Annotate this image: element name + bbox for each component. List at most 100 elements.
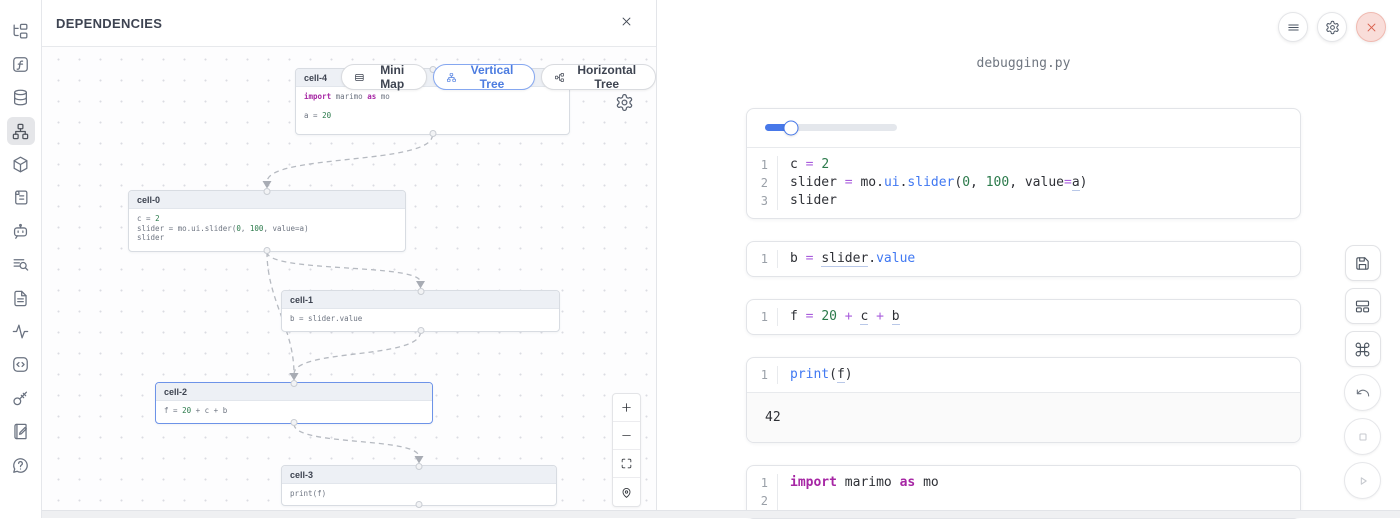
code-token: print(f) xyxy=(290,489,326,498)
dependencies-panel-header: DEPENDENCIES xyxy=(42,0,656,47)
sidebar-item-file-tree[interactable] xyxy=(7,17,35,45)
activity-icon xyxy=(11,322,30,341)
graph-node-code-line xyxy=(304,102,561,112)
notebook-filename[interactable]: debugging.py xyxy=(746,56,1301,71)
sidebar-item-scratchpad[interactable] xyxy=(7,418,35,446)
sidebar-item-data-sources[interactable] xyxy=(7,84,35,112)
graph-node-cell-2[interactable]: cell-2f = 20 + c + b xyxy=(155,382,433,424)
sidebar-item-chat[interactable] xyxy=(7,217,35,245)
graph-toolbar-label: Mini Map xyxy=(371,63,414,91)
close-icon xyxy=(619,14,634,29)
notebook-settings-button[interactable] xyxy=(1317,12,1347,42)
code-token: = xyxy=(806,309,822,324)
graph-toolbar-mini-map[interactable]: Mini Map xyxy=(341,64,427,90)
command-icon xyxy=(1354,341,1371,358)
graph-node-cell-3[interactable]: cell-3 print(f) xyxy=(281,465,557,506)
code-text: print(f) xyxy=(778,366,853,384)
dependency-graph-canvas[interactable]: cell-4import marimo as mo a = 20cell-0c … xyxy=(42,47,656,510)
package-icon xyxy=(11,155,30,174)
undo-button[interactable] xyxy=(1344,374,1381,411)
chat-icon xyxy=(11,222,30,241)
line-number: 2 xyxy=(747,492,778,510)
fit-view-button[interactable] xyxy=(613,450,640,478)
notebook-menu-button[interactable] xyxy=(1278,12,1308,42)
sidebar-item-snippets[interactable] xyxy=(7,284,35,312)
save-icon xyxy=(1354,255,1371,272)
sidebar-item-documentation[interactable] xyxy=(7,184,35,212)
center-selection-button[interactable] xyxy=(613,478,640,506)
vertical-tree-icon xyxy=(446,71,457,84)
sidebar-item-variables[interactable] xyxy=(7,50,35,78)
graph-toolbar-horizontal-tree[interactable]: Horizontal Tree xyxy=(541,64,656,90)
graph-toolbar-vertical-tree[interactable]: Vertical Tree xyxy=(433,64,535,90)
play-icon xyxy=(1355,473,1371,489)
code-token: ( xyxy=(829,367,837,382)
line-number: 1 xyxy=(747,366,778,384)
graph-node-code: f = 20 + c + b xyxy=(156,401,432,421)
line-number: 2 xyxy=(747,174,778,192)
code-token: , xyxy=(970,175,986,190)
code-token xyxy=(837,309,845,324)
graph-node-cell-1[interactable]: cell-1b = slider.value xyxy=(281,290,560,332)
sidebar-item-outputs[interactable] xyxy=(7,351,35,379)
keyboard-shortcuts-button[interactable] xyxy=(1345,331,1381,367)
code-token: , value=a) xyxy=(263,224,308,233)
file-tree-icon xyxy=(11,22,30,41)
sidebar-item-help[interactable] xyxy=(7,451,35,479)
sidebar-item-logs[interactable] xyxy=(7,251,35,279)
graph-node-code-line: slider xyxy=(137,233,397,243)
sidebar-item-tracing[interactable] xyxy=(7,318,35,346)
graph-node-title: cell-3 xyxy=(282,466,556,484)
slider-track[interactable] xyxy=(765,124,897,131)
zoom-out-button[interactable] xyxy=(613,422,640,450)
cell-code-editor[interactable]: 1print(f) xyxy=(747,358,1300,392)
code-token: value xyxy=(876,251,915,266)
shutdown-button[interactable] xyxy=(1356,12,1386,42)
code-token: c xyxy=(790,157,806,172)
run-all-button[interactable] xyxy=(1344,462,1381,499)
graph-toolbar-label: Vertical Tree xyxy=(462,63,521,91)
sidebar-item-secrets[interactable] xyxy=(7,384,35,412)
stop-button[interactable] xyxy=(1344,418,1381,455)
sidebar-item-packages[interactable] xyxy=(7,151,35,179)
notebook-cell-3: 1f = 20 + c + b xyxy=(746,299,1301,335)
sidebar-item-dependency-graph[interactable] xyxy=(7,117,35,145)
save-button[interactable] xyxy=(1345,245,1381,281)
line-number: 3 xyxy=(747,192,778,210)
code-line: 1f = 20 + c + b xyxy=(747,308,1300,326)
line-number: 1 xyxy=(747,156,778,174)
cell-code-editor[interactable]: 1c = 22slider = mo.ui.slider(0, 100, val… xyxy=(747,148,1300,218)
code-text xyxy=(778,492,790,510)
plus-icon xyxy=(620,401,633,414)
code-token: print xyxy=(790,367,829,382)
edit-app-layout-button[interactable] xyxy=(1345,288,1381,324)
maximize-icon xyxy=(620,457,633,470)
code-token: 2 xyxy=(155,214,160,223)
code-text: import marimo as mo xyxy=(778,474,939,492)
graph-node-code-line: print(f) xyxy=(290,489,548,499)
graph-node-code: c = 2slider = mo.ui.slider(0, 100, value… xyxy=(129,209,405,248)
zoom-in-button[interactable] xyxy=(613,394,640,422)
graph-node-code-line: slider = mo.ui.slider(0, 100, value=a) xyxy=(137,224,397,234)
gear-icon xyxy=(615,93,634,112)
graph-node-cell-0[interactable]: cell-0c = 2slider = mo.ui.slider(0, 100,… xyxy=(128,190,406,252)
function-icon xyxy=(11,55,30,74)
code-token: slider xyxy=(790,193,837,208)
graph-settings-button[interactable] xyxy=(615,93,634,112)
code-token: = xyxy=(806,251,822,266)
graph-node-code: print(f) xyxy=(282,484,556,504)
code-token: slider xyxy=(821,251,868,267)
graph-node-code-line: b = slider.value xyxy=(290,314,551,324)
code-token: c = xyxy=(137,214,155,223)
cell-code-editor[interactable]: 1b = slider.value xyxy=(747,242,1300,276)
slider-thumb[interactable] xyxy=(784,120,799,135)
code-token: , xyxy=(1009,175,1025,190)
code-token: f xyxy=(837,367,845,383)
cell-code-editor[interactable]: 1f = 20 + c + b xyxy=(747,300,1300,334)
code-text: slider xyxy=(778,192,837,210)
panel-close-button[interactable] xyxy=(616,13,636,33)
code-token: = xyxy=(1064,175,1072,190)
menu-icon xyxy=(1286,20,1301,35)
code-token: slider xyxy=(907,175,954,190)
code-token: as xyxy=(367,92,376,101)
